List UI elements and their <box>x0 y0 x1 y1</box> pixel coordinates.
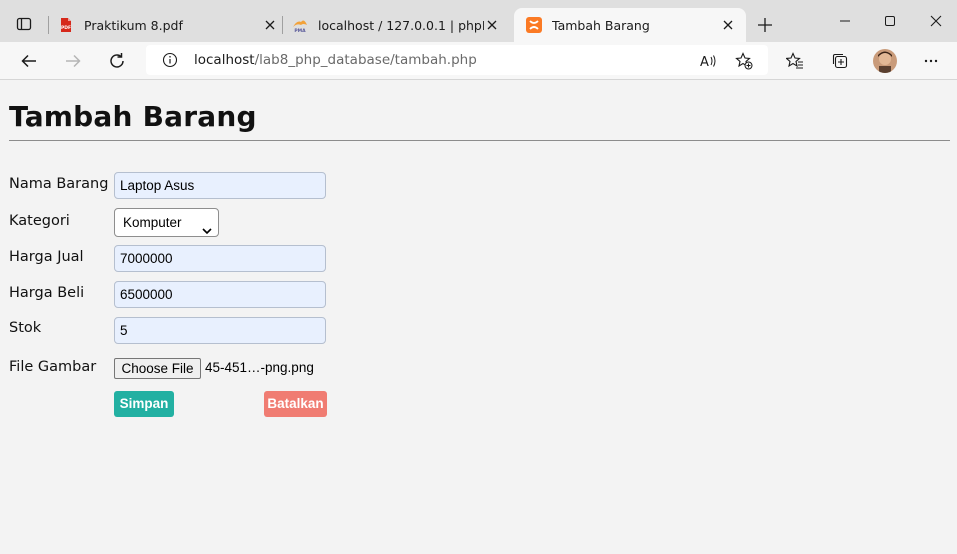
url-host: localhost <box>194 52 255 68</box>
tab-tambah-barang[interactable]: Tambah Barang <box>514 8 746 42</box>
kategori-label: Kategori <box>9 213 70 229</box>
tab-label: localhost / 127.0.0.1 | phpMyAdmin <box>318 17 484 33</box>
stok-label: Stok <box>9 320 42 336</box>
choose-file-button[interactable]: Choose File <box>114 358 201 379</box>
nama-barang-label: Nama Barang <box>9 176 109 192</box>
pdf-icon: PDF <box>58 17 74 33</box>
close-icon[interactable] <box>262 17 278 33</box>
add-favorite-icon[interactable] <box>734 51 754 71</box>
browser-toolbar: localhost/lab8_php_database/tambah.php A <box>0 42 957 80</box>
close-window-icon[interactable] <box>924 10 948 32</box>
new-tab-icon[interactable] <box>754 14 776 36</box>
harga-jual-label: Harga Jual <box>9 249 84 265</box>
xampp-icon <box>526 17 542 33</box>
kategori-select[interactable]: Komputer <box>114 208 219 237</box>
more-options-icon[interactable] <box>920 50 942 72</box>
address-bar[interactable]: localhost/lab8_php_database/tambah.php A <box>146 45 768 75</box>
title-divider <box>9 140 950 141</box>
close-icon[interactable] <box>720 17 736 33</box>
svg-text:PDF: PDF <box>61 25 71 31</box>
tab-phpmyadmin[interactable]: PMA localhost / 127.0.0.1 | phpMyAdmin <box>292 8 510 42</box>
info-icon[interactable] <box>162 52 178 68</box>
read-aloud-icon[interactable]: A <box>698 51 718 71</box>
svg-text:A: A <box>700 55 709 69</box>
tab-separator <box>282 16 283 34</box>
back-icon[interactable] <box>17 49 41 73</box>
file-gambar-label: File Gambar <box>9 359 97 375</box>
tab-label: Tambah Barang <box>552 17 650 33</box>
tab-bar: PDF Praktikum 8.pdf PMA localhost / 127.… <box>0 0 957 42</box>
url-text: localhost/lab8_php_database/tambah.php <box>194 52 477 68</box>
selected-file-name: 45-451…-png.png <box>205 360 314 375</box>
simpan-button[interactable]: Simpan <box>114 391 174 417</box>
tab-actions-icon[interactable] <box>12 12 36 36</box>
maximize-icon[interactable] <box>878 10 902 32</box>
harga-jual-input[interactable]: 7000000 <box>114 245 326 272</box>
stok-input[interactable]: 5 <box>114 317 326 344</box>
batalkan-button[interactable]: Batalkan <box>264 391 327 417</box>
refresh-icon[interactable] <box>105 49 129 73</box>
close-icon[interactable] <box>484 17 500 33</box>
page-title: Tambah Barang <box>9 100 257 133</box>
forward-icon[interactable] <box>61 49 85 73</box>
tab-separator <box>48 16 49 34</box>
favorites-icon[interactable] <box>784 50 806 72</box>
url-path: /lab8_php_database/tambah.php <box>254 52 477 68</box>
minimize-icon[interactable] <box>833 10 857 32</box>
tab-pdf[interactable]: PDF Praktikum 8.pdf <box>58 8 278 42</box>
nama-barang-input[interactable]: Laptop Asus <box>114 172 326 199</box>
page-content: Tambah Barang Nama Barang Laptop Asus Ka… <box>0 81 957 554</box>
kategori-selected-value: Komputer <box>123 215 182 230</box>
harga-beli-label: Harga Beli <box>9 285 85 301</box>
svg-text:PMA: PMA <box>294 28 306 33</box>
chevron-down-icon <box>202 218 212 235</box>
collections-icon[interactable] <box>829 50 851 72</box>
phpmyadmin-icon: PMA <box>292 17 308 34</box>
harga-beli-input[interactable]: 6500000 <box>114 281 326 308</box>
profile-avatar[interactable] <box>873 49 897 73</box>
tab-label: Praktikum 8.pdf <box>84 17 183 33</box>
